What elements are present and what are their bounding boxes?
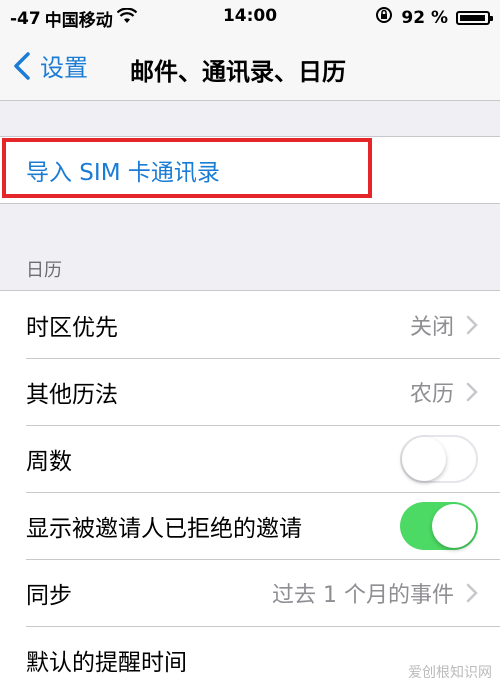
row-sync[interactable]: 同步 过去 1 个月的事件 xyxy=(0,559,500,626)
row-label: 其他历法 xyxy=(26,381,118,408)
row-label: 同步 xyxy=(26,582,72,609)
toggle-knob xyxy=(402,436,446,481)
row-value: 农历 xyxy=(409,381,454,407)
import-sim-contacts-label: 导入 SIM 卡通讯录 xyxy=(26,160,220,186)
row-label: 时区优先 xyxy=(26,314,118,341)
back-button-label: 设置 xyxy=(40,54,88,82)
chevron-right-icon xyxy=(466,315,478,334)
status-right: 92 % xyxy=(375,6,493,29)
battery-icon xyxy=(456,10,493,25)
rotation-lock-icon xyxy=(375,6,393,29)
row-default-alert-times[interactable]: 默认的提醒时间 xyxy=(0,626,500,693)
chevron-left-icon xyxy=(14,51,30,80)
row-value: 过去 1 个月的事件 xyxy=(272,582,454,608)
row-label: 周数 xyxy=(26,448,72,475)
import-sim-contacts-button[interactable]: 导入 SIM 卡通讯录 xyxy=(0,137,500,203)
watermark: 爱创根知识网 xyxy=(408,665,492,681)
row-time-zone-override[interactable]: 时区优先 关闭 xyxy=(0,291,500,358)
row-value: 关闭 xyxy=(409,314,454,340)
battery-percent: 92 % xyxy=(401,7,448,28)
section-header-calendar: 日历 xyxy=(26,260,62,281)
week-numbers-toggle[interactable] xyxy=(400,434,478,483)
row-alternate-calendars[interactable]: 其他历法 农历 xyxy=(0,358,500,425)
row-label: 显示被邀请人已拒绝的邀请 xyxy=(26,515,302,542)
status-bar: -47 中国移动 14:00 92 % xyxy=(0,0,500,34)
navigation-bar: 设置 邮件、通讯录、日历 xyxy=(0,34,500,101)
chevron-right-icon xyxy=(466,382,478,401)
show-declined-invitees-toggle[interactable] xyxy=(400,501,478,550)
back-button[interactable]: 设置 xyxy=(12,48,88,83)
toggle-knob xyxy=(432,503,476,548)
row-show-declined-invitees: 显示被邀请人已拒绝的邀请 xyxy=(0,492,500,559)
calendar-settings-group: 时区优先 关闭 其他历法 农历 周数 显示被邀请人已拒绝的邀请 同步 过去 1 … xyxy=(0,290,500,693)
row-week-numbers: 周数 xyxy=(0,425,500,492)
page-title: 邮件、通讯录、日历 xyxy=(130,58,346,86)
chevron-right-icon xyxy=(466,583,478,602)
import-group: 导入 SIM 卡通讯录 xyxy=(0,136,500,204)
